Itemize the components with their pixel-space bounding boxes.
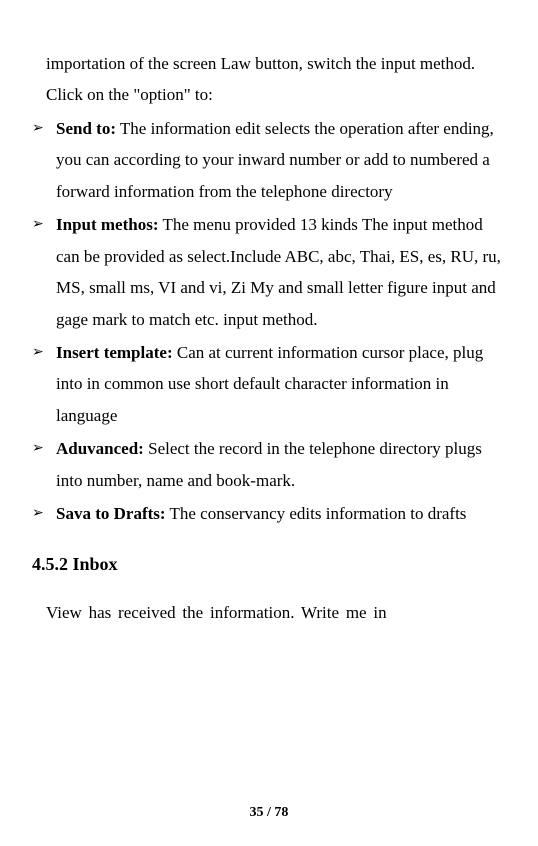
section-heading: 4.5.2 Inbox [32,548,506,581]
list-item: ➢ Aduvanced: Select the record in the te… [32,433,506,496]
bullet-text: The conservancy edits information to dra… [166,504,467,523]
bullet-label: Insert template: [56,343,173,362]
section-paragraph: View has received the information. Write… [46,597,506,628]
bullet-label: Send to: [56,119,116,138]
bullet-icon: ➢ [32,209,56,238]
bullet-icon: ➢ [32,113,56,142]
bullet-content: Aduvanced: Select the record in the tele… [56,433,506,496]
bullet-icon: ➢ [32,498,56,527]
bullet-content: Send to: The information edit selects th… [56,113,506,207]
bullet-list: ➢ Send to: The information edit selects … [32,113,506,530]
list-item: ➢ Input methos: The menu provided 13 kin… [32,209,506,335]
bullet-label: Aduvanced: [56,439,144,458]
bullet-icon: ➢ [32,433,56,462]
page-number: 35 / 78 [0,800,538,826]
bullet-label: Input methos: [56,215,159,234]
bullet-text: The information edit selects the operati… [56,119,494,201]
bullet-content: Insert template: Can at current informat… [56,337,506,431]
bullet-content: Sava to Drafts: The conservancy edits in… [56,498,506,529]
bullet-content: Input methos: The menu provided 13 kinds… [56,209,506,335]
list-item: ➢ Send to: The information edit selects … [32,113,506,207]
list-item: ➢ Insert template: Can at current inform… [32,337,506,431]
intro-paragraph: importation of the screen Law button, sw… [46,48,506,111]
bullet-label: Sava to Drafts: [56,504,166,523]
bullet-icon: ➢ [32,337,56,366]
list-item: ➢ Sava to Drafts: The conservancy edits … [32,498,506,529]
